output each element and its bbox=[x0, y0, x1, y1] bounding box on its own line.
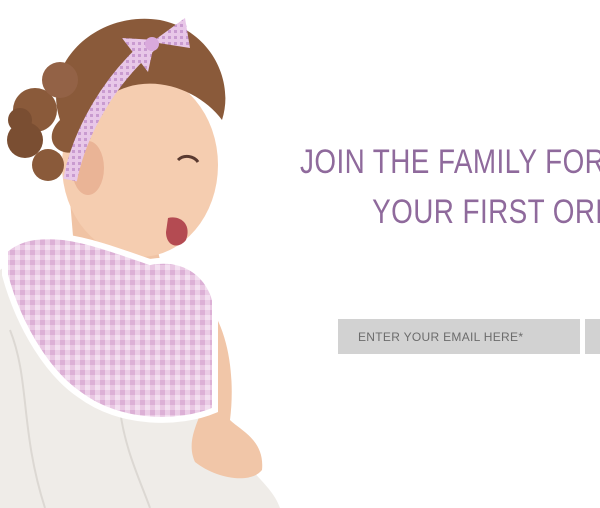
signup-headline: JOIN THE FAMILY FOR 10% YOUR FIRST ORDER bbox=[300, 137, 600, 237]
headline-line-1: JOIN THE FAMILY FOR 10% bbox=[300, 143, 600, 181]
hero-image bbox=[0, 0, 300, 508]
submit-button[interactable] bbox=[585, 319, 600, 354]
headline-line-2: YOUR FIRST ORDER bbox=[372, 193, 600, 231]
baby-photo bbox=[0, 18, 280, 508]
email-input[interactable] bbox=[338, 319, 580, 354]
email-signup-form bbox=[338, 319, 600, 354]
signup-popup: JOIN THE FAMILY FOR 10% YOUR FIRST ORDER bbox=[0, 0, 600, 508]
